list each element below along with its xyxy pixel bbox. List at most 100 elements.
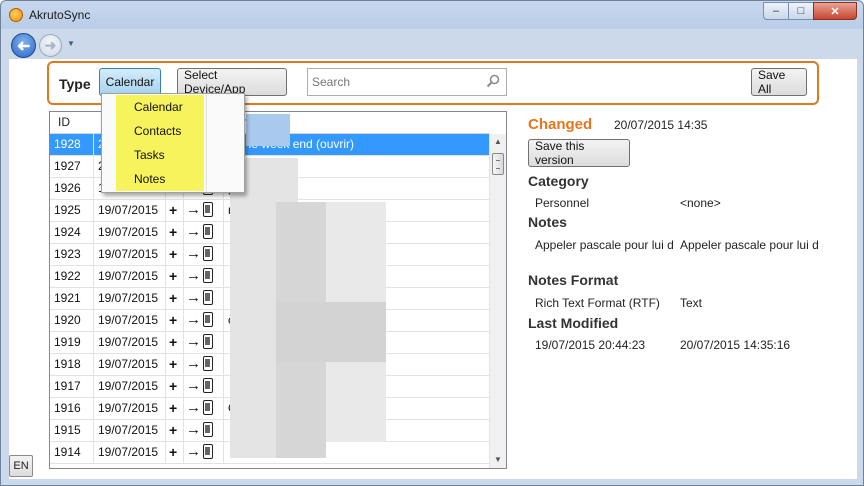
plus-icon: + (166, 266, 184, 288)
last-modified-new-value: 20/07/2015 14:35:16 (680, 338, 791, 352)
search-box (307, 68, 507, 96)
phone-icon (203, 422, 213, 438)
row-date: 19/07/2015 (94, 354, 166, 376)
row-id: 1924 (50, 222, 94, 244)
menu-item-contacts[interactable]: Contacts (134, 124, 181, 138)
minimize-button[interactable]: ‒ (763, 2, 789, 20)
row-id: 1918 (50, 354, 94, 376)
arrow-right-icon: → (186, 355, 201, 372)
arrow-right-icon: → (186, 333, 201, 350)
row-id: 1917 (50, 376, 94, 398)
last-modified-heading: Last Modified (528, 315, 619, 331)
row-date: 19/07/2015 (94, 332, 166, 354)
phone-icon (203, 290, 213, 306)
sync-direction: → (184, 288, 224, 310)
row-date: 19/07/2015 (94, 244, 166, 266)
sync-direction: → (184, 420, 224, 442)
row-date: 19/07/2015 (94, 442, 166, 464)
changed-label: Changed (528, 116, 593, 133)
scroll-down-icon[interactable]: ▼ (490, 452, 506, 468)
app-window: AkrutoSync ‒ □ ✕ ➜ ➜ ▼ Type Calendar Sel… (0, 0, 864, 486)
plus-icon: + (166, 288, 184, 310)
window-title: AkrutoSync (29, 8, 91, 22)
grid-vertical-scrollbar[interactable]: ▲ ▼ (489, 134, 506, 468)
save-all-button[interactable]: Save All (751, 68, 807, 96)
row-date: 19/07/2015 (94, 310, 166, 332)
sync-direction: → (184, 310, 224, 332)
history-dropdown-icon[interactable]: ▼ (67, 39, 75, 48)
search-icon[interactable] (486, 74, 500, 88)
category-heading: Category (528, 173, 589, 189)
menu-separator (206, 95, 207, 191)
menu-item-notes[interactable]: Notes (134, 172, 165, 186)
phone-icon (203, 334, 213, 350)
arrow-right-icon: → (186, 267, 201, 284)
select-device-button[interactable]: Select Device/App (177, 68, 287, 96)
row-date: 19/07/2015 (94, 288, 166, 310)
phone-icon (203, 444, 213, 460)
arrow-right-icon: → (186, 245, 201, 262)
arrow-right-icon: → (186, 377, 201, 394)
search-input[interactable] (308, 69, 478, 95)
changed-date: 20/07/2015 14:35 (614, 118, 708, 132)
category-old-value: Personnel (535, 196, 590, 210)
row-id: 1919 (50, 332, 94, 354)
maximize-button[interactable]: □ (788, 2, 814, 20)
sync-direction: → (184, 442, 224, 464)
row-id: 1926 (50, 178, 94, 200)
plus-icon: + (166, 354, 184, 376)
notes-format-old-value: Rich Text Format (RTF) (535, 296, 660, 310)
arrow-right-icon: → (186, 289, 201, 306)
main-content: Type Calendar Select Device/App Save All… (9, 59, 857, 479)
plus-icon: + (166, 398, 184, 420)
row-id: 1914 (50, 442, 94, 464)
forward-arrow-icon[interactable]: ➜ (39, 34, 62, 57)
sync-direction: → (184, 222, 224, 244)
row-id: 1928 (50, 134, 94, 156)
phone-icon (203, 356, 213, 372)
sync-direction: → (184, 332, 224, 354)
redacted-area (276, 302, 386, 362)
plus-icon: + (166, 442, 184, 464)
phone-icon (203, 224, 213, 240)
scroll-up-icon[interactable]: ▲ (490, 134, 506, 150)
plus-icon: + (166, 420, 184, 442)
language-button[interactable]: EN (9, 455, 33, 477)
row-id: 1916 (50, 398, 94, 420)
row-date: 19/07/2015 (94, 376, 166, 398)
phone-icon (203, 378, 213, 394)
arrow-right-icon: → (186, 443, 201, 460)
back-arrow-icon[interactable]: ➜ (11, 33, 36, 58)
akrutosync-logo-icon (9, 8, 23, 22)
row-id: 1920 (50, 310, 94, 332)
sync-direction: → (184, 244, 224, 266)
title-bar[interactable]: AkrutoSync ‒ □ ✕ (1, 1, 863, 29)
row-id: 1925 (50, 200, 94, 222)
phone-icon (203, 268, 213, 284)
close-button[interactable]: ✕ (813, 2, 857, 20)
arrow-right-icon: → (186, 399, 201, 416)
phone-icon (203, 312, 213, 328)
row-date: 19/07/2015 (94, 266, 166, 288)
row-date: 19/07/2015 (94, 398, 166, 420)
menu-item-calendar[interactable]: Calendar (134, 100, 183, 114)
sync-direction: → (184, 266, 224, 288)
scroll-thumb[interactable] (492, 153, 504, 175)
row-id: 1923 (50, 244, 94, 266)
type-calendar-button[interactable]: Calendar (99, 68, 161, 96)
column-header-id[interactable]: ID (58, 115, 70, 129)
save-this-version-button[interactable]: Save this version (528, 139, 630, 167)
row-date: 19/07/2015 (94, 200, 166, 222)
category-new-value: <none> (680, 196, 721, 210)
sync-direction: → (184, 200, 224, 222)
last-modified-old-value: 19/07/2015 20:44:23 (535, 338, 646, 352)
row-id: 1921 (50, 288, 94, 310)
notes-format-new-value: Text (680, 296, 703, 310)
row-id: 1915 (50, 420, 94, 442)
phone-icon (203, 246, 213, 262)
phone-icon (203, 202, 213, 218)
sync-direction: → (184, 354, 224, 376)
redacted-area (246, 114, 290, 146)
sync-direction: → (184, 398, 224, 420)
menu-item-tasks[interactable]: Tasks (134, 148, 165, 162)
